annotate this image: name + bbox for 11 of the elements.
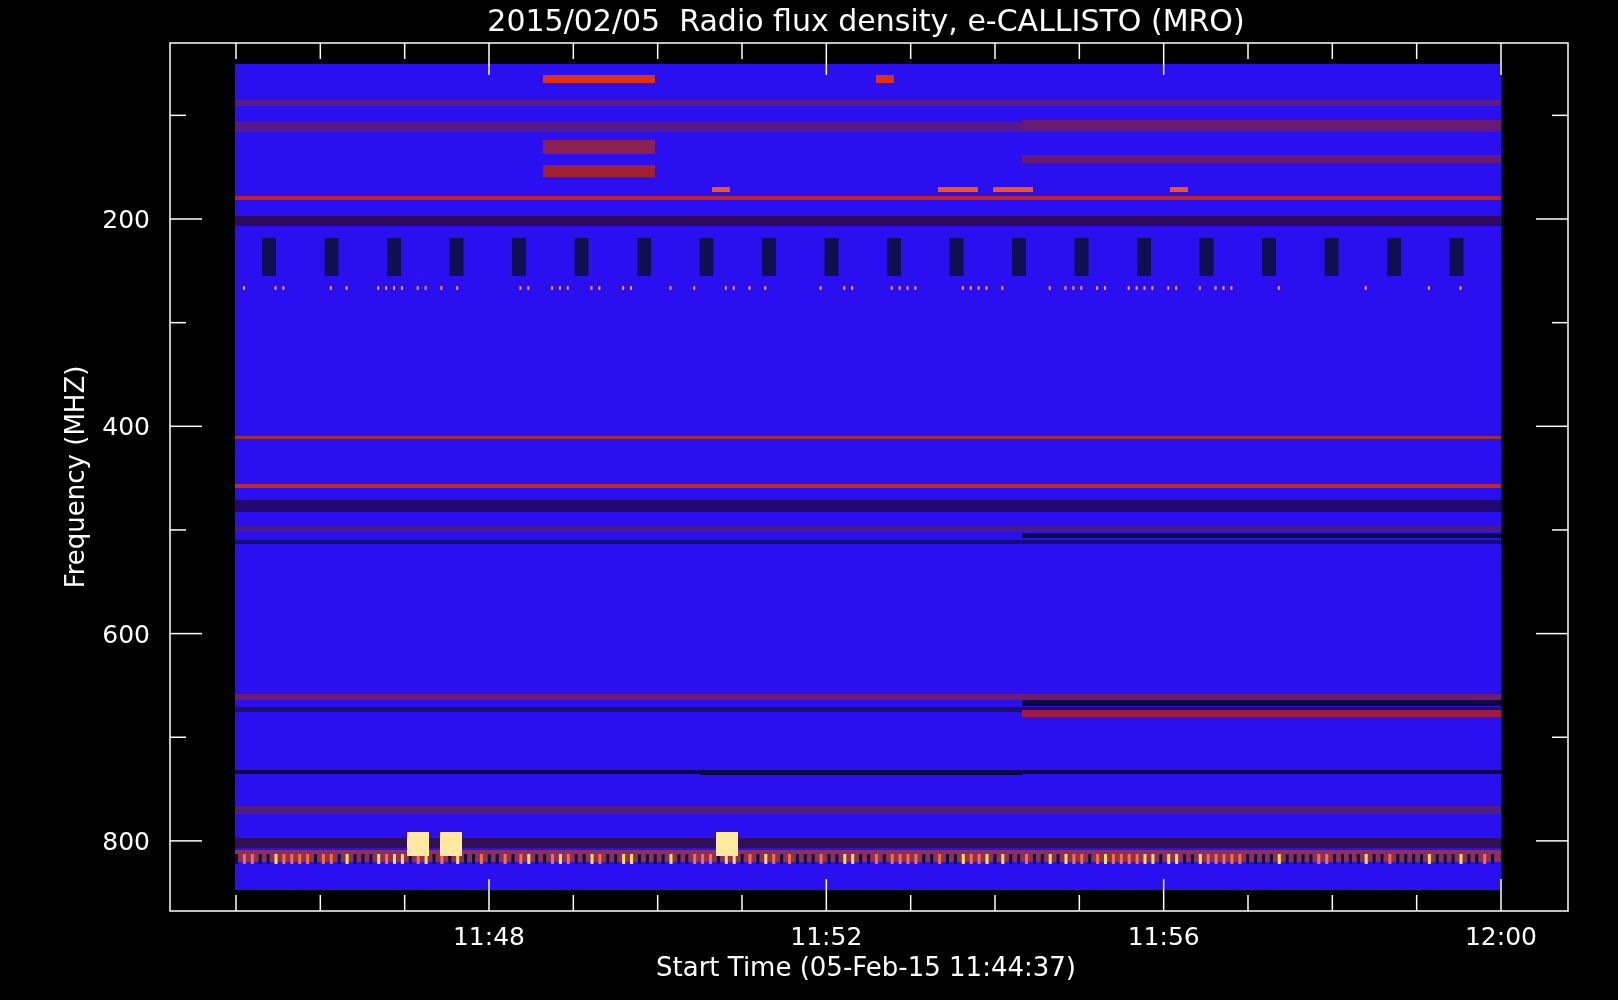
x-axis-label: Start Time (05-Feb-15 11:44:37) bbox=[656, 952, 1076, 982]
x-tick-label: 12:00 bbox=[1465, 922, 1537, 951]
chart-title: 2015/02/05 Radio flux density, e-CALLISTO (MRO) bbox=[487, 3, 1245, 38]
x-tick-label: 11:52 bbox=[790, 922, 863, 951]
y-tick-label: 400 bbox=[102, 412, 150, 442]
y-tick-label: 800 bbox=[102, 826, 150, 856]
x-tick-label: 11:56 bbox=[1127, 922, 1200, 951]
y-tick-label: 600 bbox=[102, 619, 150, 649]
y-tick-label: 200 bbox=[102, 205, 150, 234]
x-tick-label: 11:48 bbox=[453, 922, 525, 951]
y-axis-label: Frequency (MHZ) bbox=[60, 365, 90, 589]
